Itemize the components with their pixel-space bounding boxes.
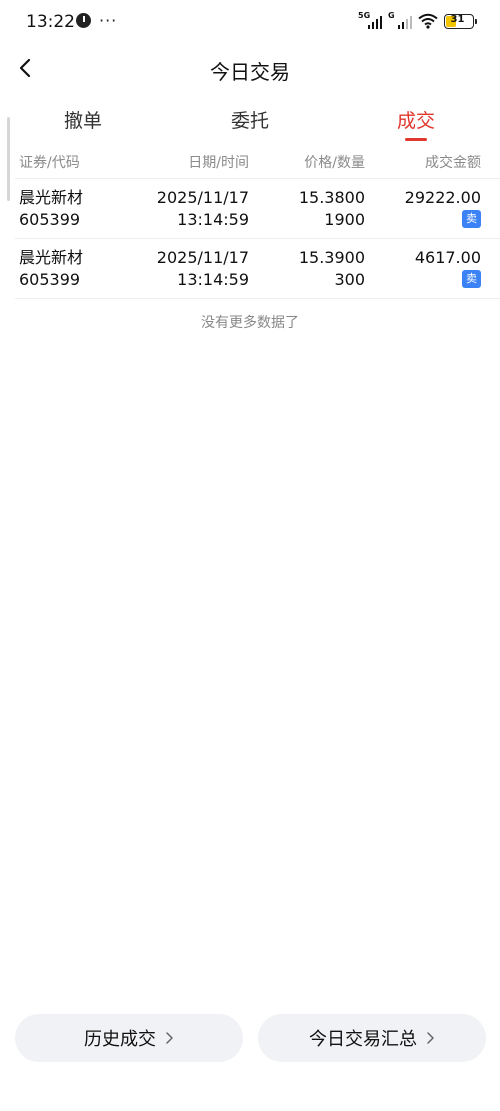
stock-code: 605399 xyxy=(19,270,81,289)
history-trades-label: 历史成交 xyxy=(84,1029,156,1050)
signal-5g-icon: 5G xyxy=(358,11,382,29)
trade-quantity: 1900 xyxy=(324,210,365,229)
more-notifications-icon: ··· xyxy=(99,11,118,30)
table-row[interactable]: 晨光新材 605399 2025/11/17 13:14:59 15.3900 … xyxy=(0,238,500,298)
tab-trades[interactable]: 成交 xyxy=(366,106,466,133)
header-security-code: 证券/代码 xyxy=(19,155,80,171)
trade-date: 2025/11/17 xyxy=(156,248,249,267)
wifi-icon xyxy=(418,13,438,29)
stock-code: 605399 xyxy=(19,210,81,229)
trade-time: 13:14:59 xyxy=(177,270,249,289)
trade-amount: 4617.00 xyxy=(414,248,481,267)
status-bar: 13:22 ··· 5G G 31 xyxy=(0,0,500,46)
divider xyxy=(15,298,500,299)
header: 今日交易 xyxy=(0,46,500,92)
chevron-right-icon xyxy=(427,1032,434,1044)
battery-level: 31 xyxy=(450,13,465,25)
sell-badge: 卖 xyxy=(462,210,481,228)
trade-date: 2025/11/17 xyxy=(156,188,249,207)
sell-badge: 卖 xyxy=(462,270,481,288)
notification-icon xyxy=(76,13,91,28)
trade-price: 15.3800 xyxy=(298,188,365,207)
table-header: 证券/代码 日期/时间 价格/数量 成交金额 xyxy=(0,150,500,178)
status-right-icons: 5G G 31 xyxy=(358,11,477,29)
today-summary-button[interactable]: 今日交易汇总 xyxy=(258,1014,486,1062)
tab-orders[interactable]: 委托 xyxy=(200,106,300,133)
history-trades-button[interactable]: 历史成交 xyxy=(15,1014,243,1062)
trade-time: 13:14:59 xyxy=(177,210,249,229)
status-time: 13:22 xyxy=(26,12,75,32)
tab-cancel-order[interactable]: 撤单 xyxy=(33,106,133,133)
table-row[interactable]: 晨光新材 605399 2025/11/17 13:14:59 15.3800 … xyxy=(0,178,500,238)
status-left-icons: ··· xyxy=(76,11,118,30)
active-tab-indicator xyxy=(405,138,427,141)
today-summary-label: 今日交易汇总 xyxy=(309,1029,417,1050)
header-date-time: 日期/时间 xyxy=(188,155,249,171)
stock-name: 晨光新材 xyxy=(19,188,84,207)
trade-price: 15.3900 xyxy=(298,248,365,267)
tab-bar: 撤单 委托 成交 xyxy=(0,98,500,146)
header-amount: 成交金额 xyxy=(425,155,481,171)
chevron-right-icon xyxy=(166,1032,173,1044)
header-price-quantity: 价格/数量 xyxy=(304,155,365,171)
battery-icon: 31 xyxy=(444,13,477,29)
no-more-data-hint: 没有更多数据了 xyxy=(201,315,299,331)
page-title: 今日交易 xyxy=(210,60,290,84)
signal-g-icon: G xyxy=(388,11,412,29)
trade-quantity: 300 xyxy=(334,270,365,289)
stock-name: 晨光新材 xyxy=(19,248,84,267)
trade-amount: 29222.00 xyxy=(404,188,481,207)
